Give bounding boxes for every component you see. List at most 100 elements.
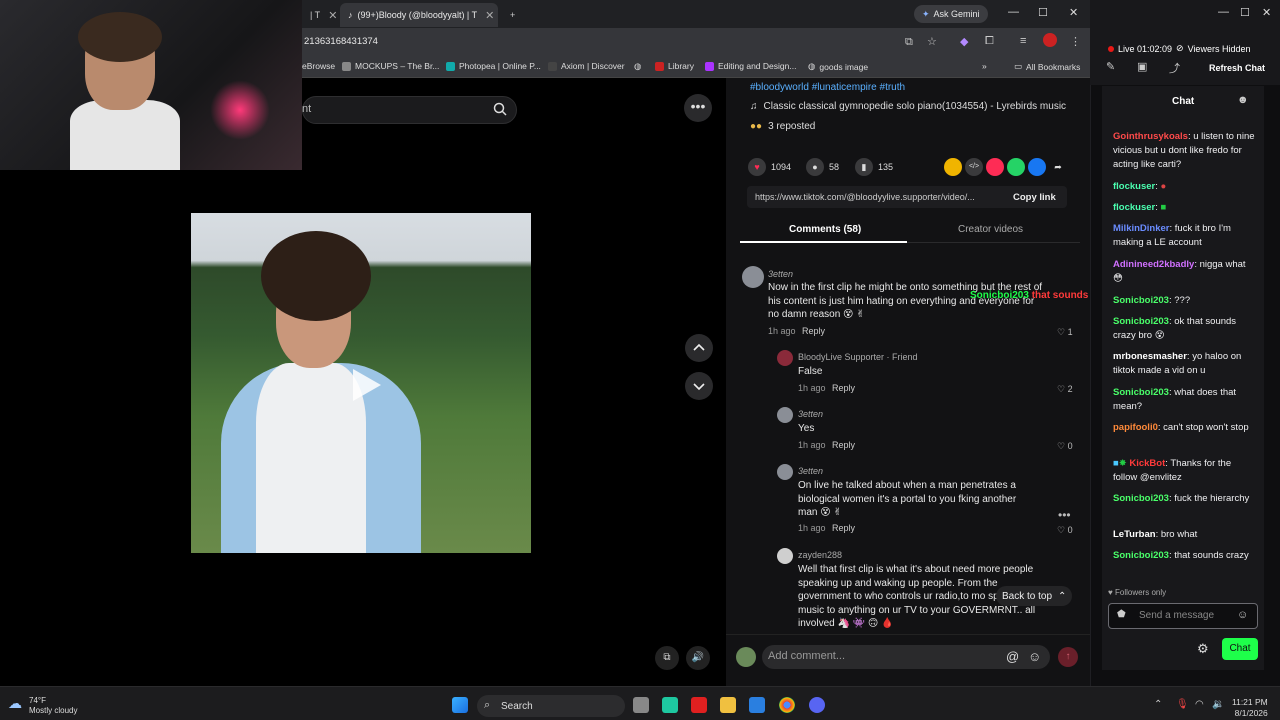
microphone-icon[interactable]: 🎙 [1176, 699, 1189, 710]
comment-placeholder[interactable]: Add comment... [768, 650, 845, 662]
next-video-button[interactable] [685, 372, 713, 400]
embed-icon[interactable]: </> [965, 158, 983, 176]
taskbar-search[interactable] [477, 695, 625, 717]
tab-active[interactable]: ♪ (99+)Bloody (@bloodyyalt) | T ✕ [340, 3, 498, 27]
save-button[interactable]: ▮ 135 [855, 158, 893, 176]
chat-username[interactable]: Sonicboi203 [1113, 387, 1169, 398]
profile-avatar[interactable] [1043, 33, 1057, 47]
play-icon[interactable] [345, 365, 385, 405]
bookmark-star-icon[interactable]: ☆ [927, 35, 937, 48]
chat-send-button[interactable]: Chat [1222, 638, 1258, 660]
volume-button[interactable]: 🔊 [686, 646, 710, 670]
chat-username[interactable]: flockuser [1113, 181, 1155, 192]
chat-username[interactable]: LeTurban [1113, 529, 1156, 540]
more-options-button[interactable]: ••• [684, 94, 712, 122]
chat-username[interactable]: mrbonesmasher [1113, 351, 1187, 362]
comment-more-icon[interactable]: ••• [1058, 508, 1071, 522]
discord-icon[interactable] [809, 697, 825, 713]
tray-chevron-icon[interactable]: ⌃ [1154, 699, 1162, 710]
bookmark-item[interactable]: ◍ goods image [808, 61, 868, 72]
close-icon[interactable]: ✕ [328, 9, 337, 22]
copy-link-button[interactable]: Copy link [1013, 192, 1056, 203]
facebook-icon[interactable] [1028, 158, 1046, 176]
youtube-icon[interactable] [691, 697, 707, 713]
comment-username[interactable]: 3etten [798, 466, 823, 476]
all-bookmarks[interactable]: ▭ All Bookmarks [1014, 61, 1080, 72]
comment-username[interactable]: zayden288 [798, 550, 842, 560]
bookmark-item[interactable]: eBrowse [302, 61, 335, 71]
pencil-icon[interactable]: ✎ [1106, 60, 1115, 73]
mention-icon[interactable]: @ [1006, 649, 1019, 664]
hashtags[interactable]: #bloodyworld #lunaticempire #truth [750, 82, 905, 93]
close-window-icon[interactable]: ✕ [1069, 6, 1078, 19]
tab-creator-videos[interactable]: Creator videos [958, 224, 1023, 235]
search-input[interactable] [302, 96, 517, 124]
avatar[interactable] [777, 464, 793, 480]
close-icon[interactable]: ✕ [485, 9, 494, 22]
send-message-placeholder[interactable]: Send a message [1139, 610, 1214, 621]
reply-button[interactable]: Reply [832, 383, 855, 393]
chat-username[interactable]: Sonicboi203 [1113, 550, 1169, 561]
music-info[interactable]: ♫ Classic classical gymnopedie solo piano… [750, 101, 1066, 112]
extension-icon[interactable]: ◆ [960, 35, 968, 48]
tab-comments[interactable]: Comments (58) [789, 224, 861, 235]
wifi-icon[interactable]: ◠ [1195, 699, 1204, 710]
chat-username[interactable]: Adinineed2kbadly [1113, 259, 1194, 270]
chat-username[interactable]: Sonicboi203 [1113, 295, 1169, 306]
more-bookmarks-icon[interactable]: » [982, 61, 987, 71]
comment-username[interactable]: 3etten [798, 409, 823, 419]
comment-like[interactable]: ♡ 2 [1057, 384, 1073, 395]
comment-username[interactable]: 3etten [768, 269, 793, 279]
bookmark-item[interactable]: MOCKUPS – The Br... [342, 61, 439, 71]
emoji-icon[interactable]: ☺ [1237, 609, 1248, 621]
avatar[interactable] [777, 350, 793, 366]
bookmark-item[interactable]: Photopea | Online P... [446, 61, 541, 71]
search-input-text[interactable]: nt [302, 103, 311, 115]
file-explorer-icon[interactable] [720, 697, 736, 713]
refresh-chat-button[interactable]: Refresh Chat [1209, 63, 1265, 73]
weather-widget[interactable]: ☁ 74°F Mostly cloudy [8, 696, 77, 716]
url-text[interactable]: 21363168431374 [304, 36, 378, 47]
share-link-url[interactable]: https://www.tiktok.com/@bloodyylive.supp… [755, 192, 1000, 202]
bookmark-item[interactable]: Editing and Design... [705, 61, 796, 71]
comment-like[interactable]: ♡ 1 [1057, 327, 1073, 338]
reply-button[interactable]: Reply [802, 326, 825, 336]
bookmark-item[interactable]: Library [655, 61, 694, 71]
maximize-icon[interactable]: ☐ [1038, 6, 1048, 19]
chat-username[interactable]: Gointhrusykoals [1113, 131, 1188, 142]
previous-video-button[interactable] [685, 334, 713, 362]
bookmark-item[interactable]: ◍ [634, 61, 641, 72]
tab-previous[interactable]: | T ✕ [302, 3, 338, 27]
maximize-icon[interactable]: ☐ [1240, 6, 1250, 19]
windows-start-icon[interactable] [452, 697, 468, 713]
app-icon[interactable] [662, 697, 678, 713]
send-icon[interactable] [986, 158, 1004, 176]
reposted-info[interactable]: ●● 3 reposted [750, 121, 815, 132]
user-list-icon[interactable]: ☻ [1237, 94, 1249, 106]
bookmark-item[interactable]: Axiom | Discover [548, 61, 625, 71]
share-icon[interactable]: ⤴ [1169, 60, 1180, 76]
address-bar[interactable]: 21363168431374 [300, 28, 1090, 56]
outlook-icon[interactable] [749, 697, 765, 713]
share-friends-icon[interactable] [944, 158, 962, 176]
chrome-icon[interactable] [779, 697, 795, 713]
avatar[interactable] [777, 407, 793, 423]
gear-icon[interactable]: ⚙ [1197, 641, 1209, 657]
media-icon[interactable]: ≡ [1020, 35, 1026, 47]
chat-username[interactable]: papifooli0 [1113, 422, 1158, 433]
task-view-icon[interactable] [633, 697, 649, 713]
ask-gemini-button[interactable]: ✦ Ask Gemini [914, 5, 988, 23]
picture-in-picture-button[interactable]: ⧉ [655, 646, 679, 670]
chat-username[interactable]: Sonicboi203 [1113, 493, 1169, 504]
avatar[interactable] [742, 266, 764, 288]
comment-like[interactable]: ♡ 0 [1057, 441, 1073, 452]
chat-username[interactable]: MilkinDinker [1113, 223, 1170, 234]
emoji-icon[interactable]: ☺ [1028, 649, 1041, 664]
like-button[interactable]: ♥ 1094 [748, 158, 791, 176]
minimize-icon[interactable]: — [1008, 6, 1019, 18]
chat-username[interactable]: Sonicboi203 [1113, 316, 1169, 327]
reply-button[interactable]: Reply [832, 523, 855, 533]
post-comment-button[interactable]: ↑ [1058, 647, 1078, 667]
back-to-top-button[interactable]: Back to top ⌃ [996, 586, 1073, 606]
comment-button[interactable]: ● 58 [806, 158, 839, 176]
